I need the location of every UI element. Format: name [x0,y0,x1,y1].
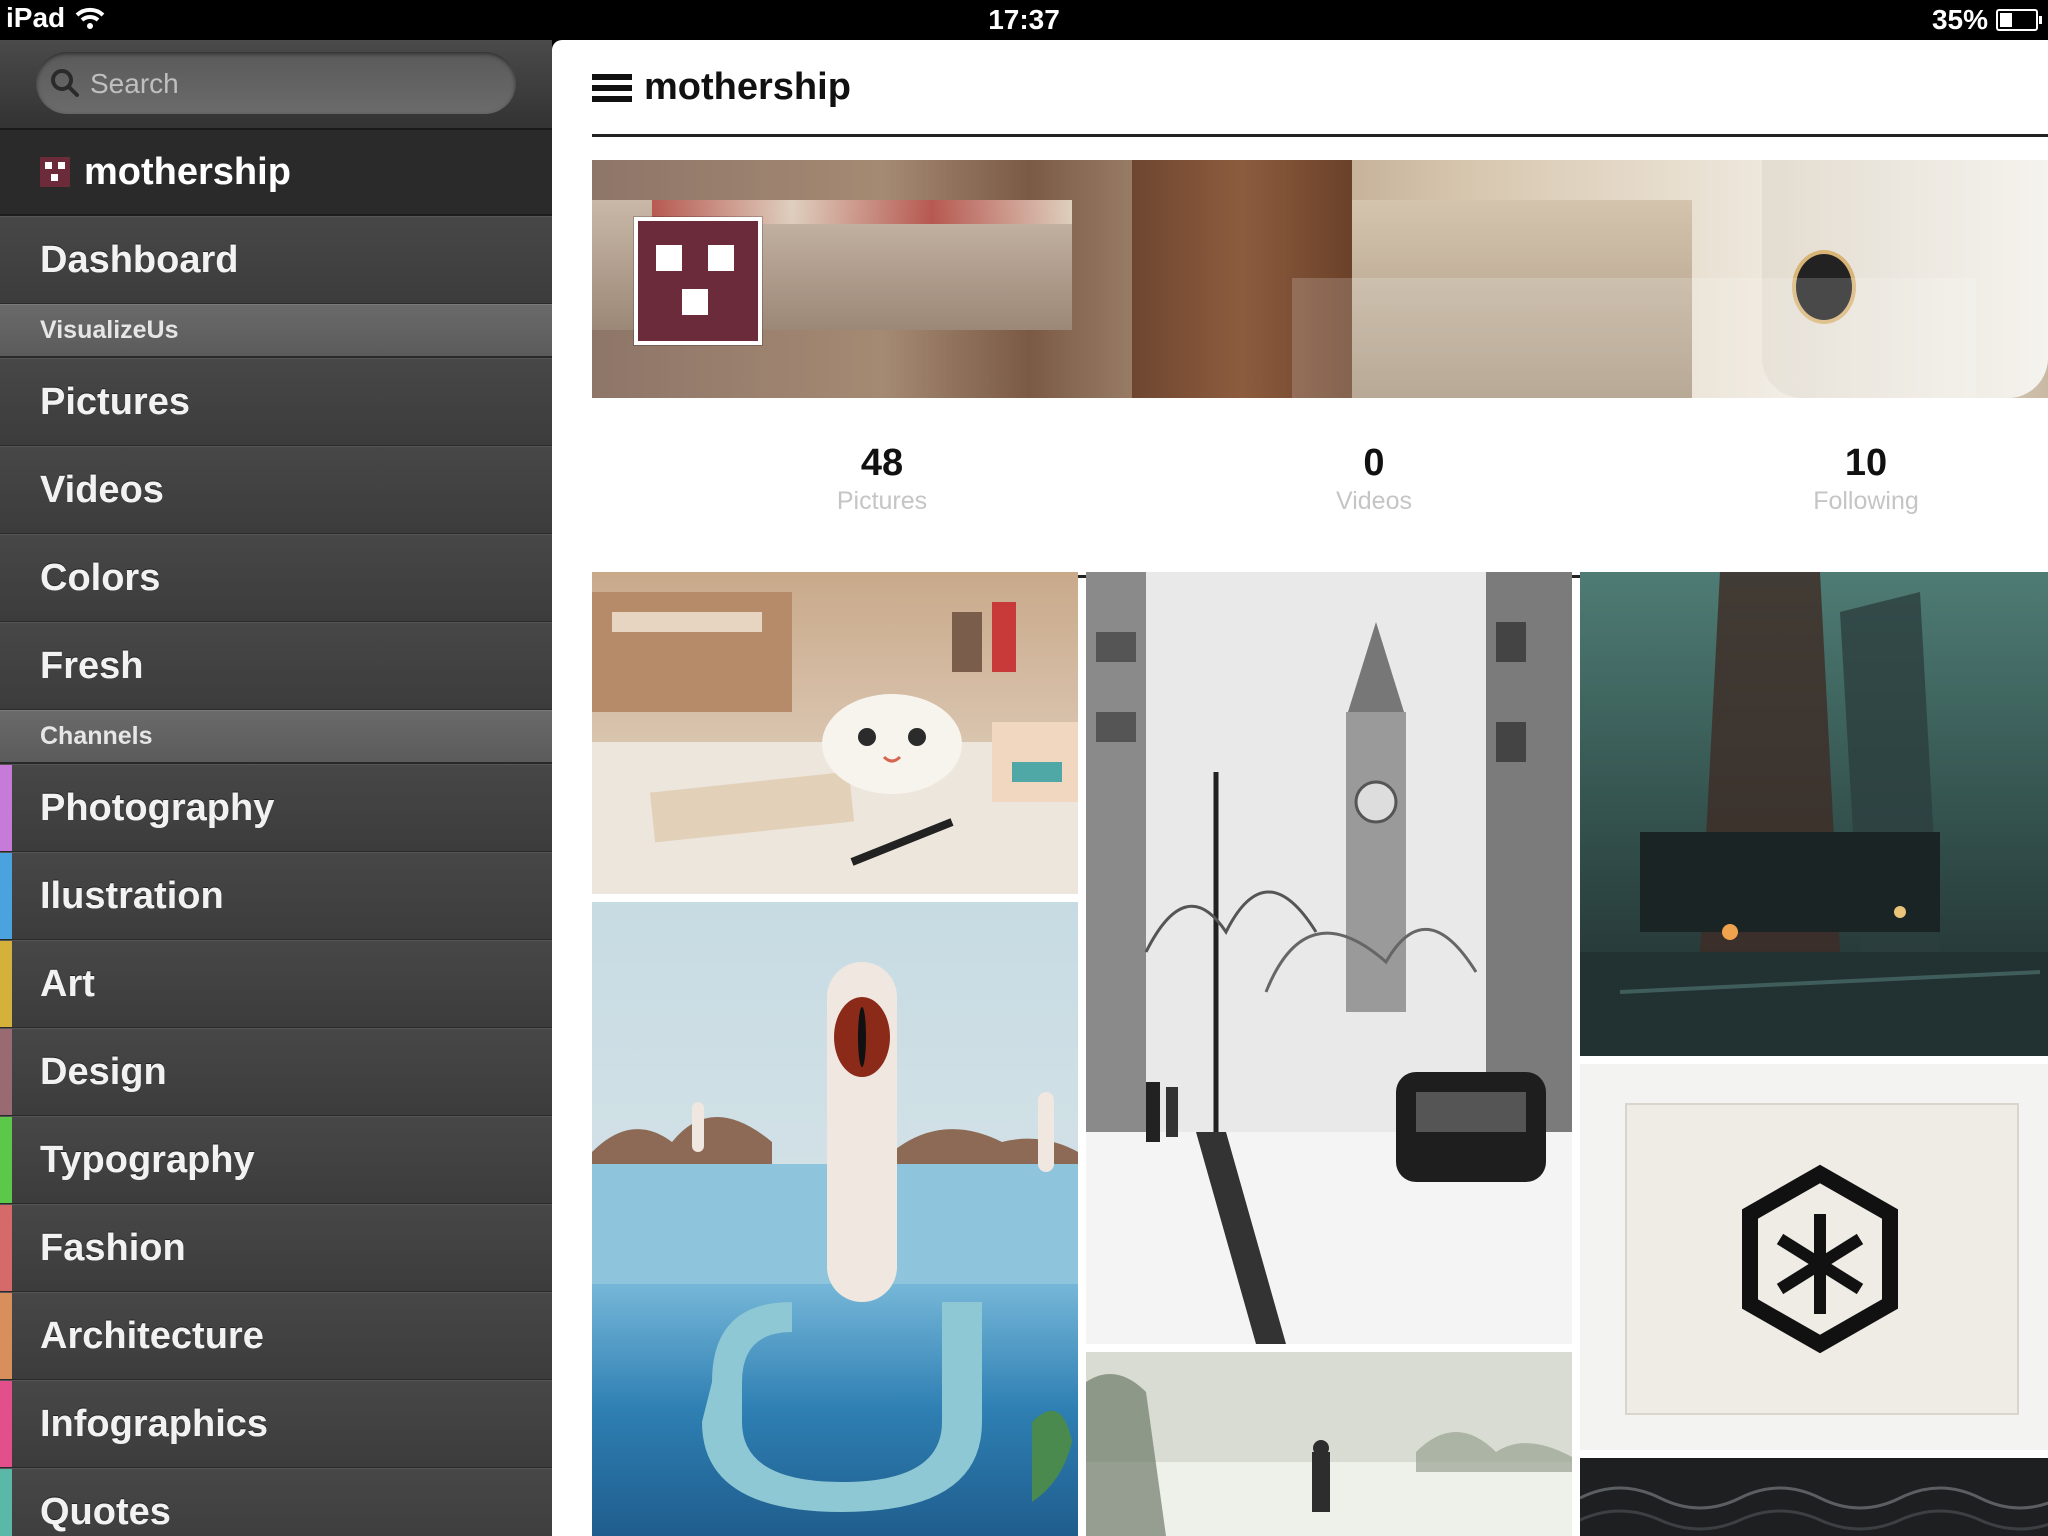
nav-item-label: Fashion [40,1226,186,1269]
nav-item-dashboard[interactable]: Dashboard [0,216,552,304]
account-row[interactable]: mothership [0,130,552,216]
sidebar: mothership Dashboard VisualizeUs Picture… [0,40,552,1536]
stat-value: 0 [1363,442,1385,484]
channel-color-indicator [0,1205,12,1291]
picture-thumbnail[interactable] [1580,1458,2048,1536]
menu-icon[interactable] [592,74,632,102]
avatar[interactable] [634,217,762,345]
status-right: 35% [1931,4,2042,36]
channel-color-indicator [0,1029,12,1115]
nav-item-label: Infographics [40,1402,269,1445]
nav-item-videos[interactable]: Videos [0,446,552,534]
nav-item-label: Architecture [40,1314,264,1357]
channel-color-indicator [0,941,12,1027]
main-panel: mothership 48 Pictures 0 Videos 10 Follo… [552,40,2048,1536]
search-icon [51,69,79,97]
page-title: mothership [644,66,851,108]
picture-thumbnail[interactable] [1580,572,2048,1056]
nav-item-channel[interactable]: Fashion [0,1204,552,1292]
nav-item-fresh[interactable]: Fresh [0,622,552,710]
stat-following[interactable]: 10 Following [1716,442,2016,516]
stat-pictures[interactable]: 48 Pictures [732,442,1032,516]
nav-item-label: Dashboard [40,238,239,281]
stat-value: 48 [860,442,904,484]
nav-item-label: Quotes [40,1490,171,1533]
picture-thumbnail[interactable] [592,902,1078,1536]
picture-thumbnail[interactable] [1086,1352,1572,1536]
search-field[interactable] [36,52,516,116]
channel-color-indicator [0,1381,12,1467]
search-input[interactable] [88,52,492,116]
top-bar: mothership [592,40,2048,137]
nav-item-label: Design [40,1050,167,1093]
nav-item-label: Photography [40,786,275,829]
stat-label: Videos [1336,487,1412,515]
nav-item-channel[interactable]: Photography [0,764,552,852]
nav-item-label: Art [40,962,95,1005]
section-title: Channels [40,722,153,750]
nav-item-channel[interactable]: Typography [0,1116,552,1204]
battery-icon [1996,9,2042,31]
account-name: mothership [84,150,291,193]
stat-value: 10 [1844,442,1888,484]
picture-thumbnail[interactable] [1086,572,1572,1344]
nav-item-channel[interactable]: Ilustration [0,852,552,940]
cover-image [592,160,2048,398]
stat-label: Following [1813,487,1919,515]
picture-thumbnail[interactable] [1580,1064,2048,1450]
section-header-channels: Channels [0,710,552,764]
account-logo-icon [40,157,70,187]
nav-item-channel[interactable]: Infographics [0,1380,552,1468]
section-header-visualizeus: VisualizeUs [0,304,552,358]
clock: 17:37 [988,4,1060,35]
nav-item-channel[interactable]: Quotes [0,1468,552,1536]
nav-item-label: Pictures [40,380,190,423]
nav-item-channel[interactable]: Design [0,1028,552,1116]
battery-percent: 35% [1931,4,1988,35]
channel-color-indicator [0,853,12,939]
profile-stats: 48 Pictures 0 Videos 10 Following [592,418,2048,578]
picture-thumbnail[interactable] [592,572,1078,894]
nav-item-label: Fresh [40,644,144,687]
stat-videos[interactable]: 0 Videos [1224,442,1524,516]
channel-list: Photography Ilustration Art Design Typograph… [0,764,552,1536]
channel-color-indicator [0,765,12,851]
channel-color-indicator [0,1469,12,1536]
nav-item-colors[interactable]: Colors [0,534,552,622]
nav-item-label: Ilustration [40,874,224,917]
stat-label: Pictures [836,487,928,515]
nav-item-label: Videos [40,468,164,511]
section-title: VisualizeUs [40,316,179,344]
nav-item-label: Typography [40,1138,255,1181]
nav-item-label: Colors [40,556,161,599]
nav-item-pictures[interactable]: Pictures [0,358,552,446]
channel-color-indicator [0,1117,12,1203]
search-bar [0,40,552,130]
channel-color-indicator [0,1293,12,1379]
status-bar: iPad 17:37 35% [0,0,2048,40]
nav-item-channel[interactable]: Architecture [0,1292,552,1380]
nav-item-channel[interactable]: Art [0,940,552,1028]
